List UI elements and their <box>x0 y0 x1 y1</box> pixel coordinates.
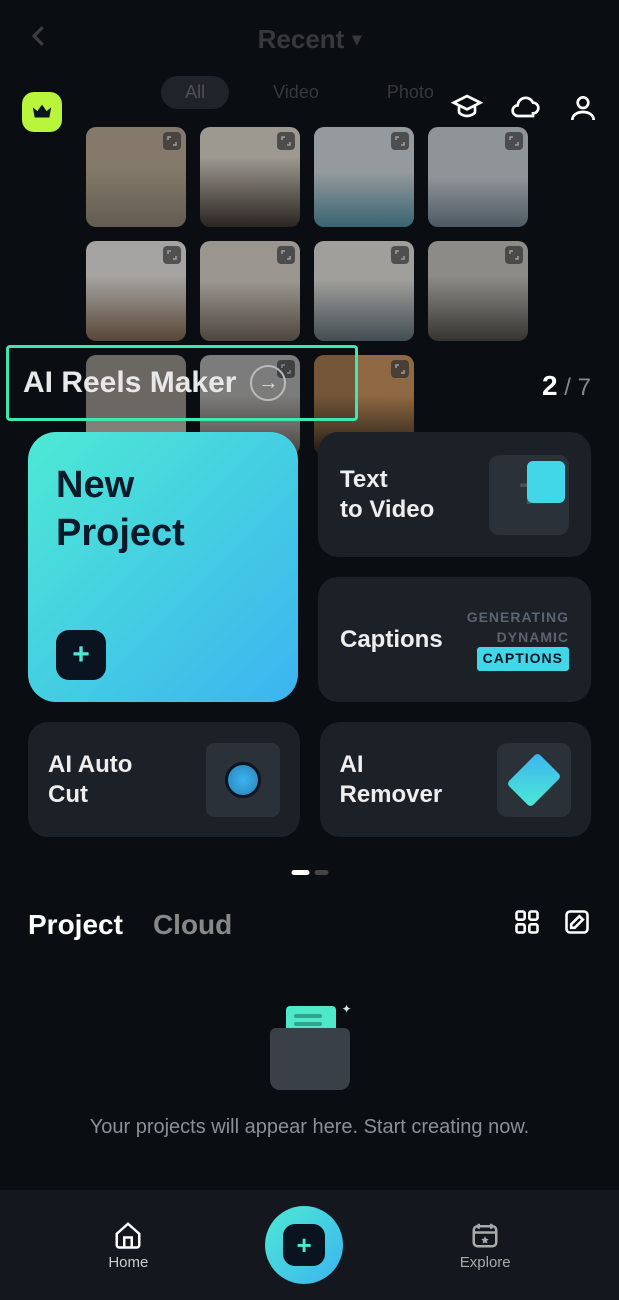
new-project-card[interactable]: New Project + <box>28 432 298 702</box>
media-thumb[interactable] <box>86 127 186 227</box>
plus-icon: + <box>283 1224 325 1266</box>
grid-view-icon[interactable] <box>513 908 541 941</box>
learn-icon[interactable] <box>451 92 483 129</box>
new-project-title: New Project <box>56 462 270 557</box>
expand-icon[interactable] <box>277 132 295 150</box>
ai-auto-cut-card[interactable]: AI Auto Cut <box>28 722 300 837</box>
top-bar: Recent ▾ <box>0 0 619 70</box>
ai-reels-title: AI Reels Maker <box>23 366 236 400</box>
feature-label: AI Auto Cut <box>48 750 132 810</box>
feature-label: AI Remover <box>340 750 443 810</box>
expand-icon[interactable] <box>391 246 409 264</box>
media-thumb[interactable] <box>200 241 300 341</box>
media-thumb[interactable] <box>200 127 300 227</box>
expand-icon[interactable] <box>391 360 409 378</box>
ai-remover-icon <box>497 743 571 817</box>
media-thumb[interactable] <box>86 241 186 341</box>
media-thumb[interactable] <box>428 241 528 341</box>
expand-icon[interactable] <box>277 246 295 264</box>
plus-icon: + <box>56 630 106 680</box>
page-indicator: 2 / 7 <box>542 370 591 402</box>
page-sep: / <box>558 374 578 401</box>
filter-tab-all[interactable]: All <box>161 76 229 109</box>
nav-explore-label: Explore <box>460 1254 511 1271</box>
carousel-dots <box>291 870 328 875</box>
recent-label: Recent <box>258 24 345 55</box>
expand-icon[interactable] <box>163 132 181 150</box>
captions-card[interactable]: Captions GENERATING DYNAMIC CAPTIONS <box>318 577 591 702</box>
tab-cloud[interactable]: Cloud <box>153 909 232 941</box>
arrow-right-circle-icon: → <box>250 365 286 401</box>
feature-row-2: AI Auto Cut AI Remover <box>28 722 591 837</box>
dot-active[interactable] <box>291 870 309 875</box>
edit-icon[interactable] <box>563 908 591 941</box>
tab-project[interactable]: Project <box>28 909 123 941</box>
empty-state: ✦ Your projects will appear here. Start … <box>0 1000 619 1139</box>
back-icon[interactable] <box>24 18 54 60</box>
crown-badge[interactable] <box>22 92 62 132</box>
expand-icon[interactable] <box>391 132 409 150</box>
ai-remover-card[interactable]: AI Remover <box>320 722 592 837</box>
page-current: 2 <box>542 370 558 401</box>
media-thumb[interactable] <box>428 127 528 227</box>
nav-home-label: Home <box>108 1254 148 1271</box>
filter-tab-video[interactable]: Video <box>249 76 343 109</box>
cloud-icon[interactable] <box>509 92 541 129</box>
captions-preview: GENERATING DYNAMIC CAPTIONS <box>467 608 569 671</box>
header-icons <box>451 92 599 129</box>
recent-dropdown[interactable]: Recent ▾ <box>258 24 362 55</box>
expand-icon[interactable] <box>505 132 523 150</box>
nav-create-button[interactable]: + <box>265 1206 343 1284</box>
text-to-video-icon: T <box>489 455 569 535</box>
filter-tab-photo[interactable]: Photo <box>363 76 458 109</box>
chevron-down-icon: ▾ <box>352 29 361 50</box>
profile-icon[interactable] <box>567 92 599 129</box>
feature-grid: New Project + Text to Video T Captions G… <box>28 432 591 702</box>
empty-message: Your projects will appear here. Start cr… <box>90 1116 530 1139</box>
expand-icon[interactable] <box>163 246 181 264</box>
empty-folder-icon: ✦ <box>260 1000 360 1090</box>
dot[interactable] <box>314 870 328 875</box>
project-tabs: Project Cloud <box>28 908 591 941</box>
ai-cut-icon <box>206 743 280 817</box>
text-to-video-card[interactable]: Text to Video T <box>318 432 591 557</box>
ai-reels-banner[interactable]: AI Reels Maker → <box>6 345 358 421</box>
nav-explore[interactable]: Explore <box>460 1220 511 1271</box>
feature-label: Text to Video <box>340 465 434 525</box>
nav-home[interactable]: Home <box>108 1220 148 1271</box>
feature-label: Captions <box>340 625 443 655</box>
expand-icon[interactable] <box>505 246 523 264</box>
bottom-nav: Home + Explore <box>0 1190 619 1300</box>
media-thumb[interactable] <box>314 127 414 227</box>
media-thumb[interactable] <box>314 241 414 341</box>
page-total: 7 <box>578 374 591 401</box>
